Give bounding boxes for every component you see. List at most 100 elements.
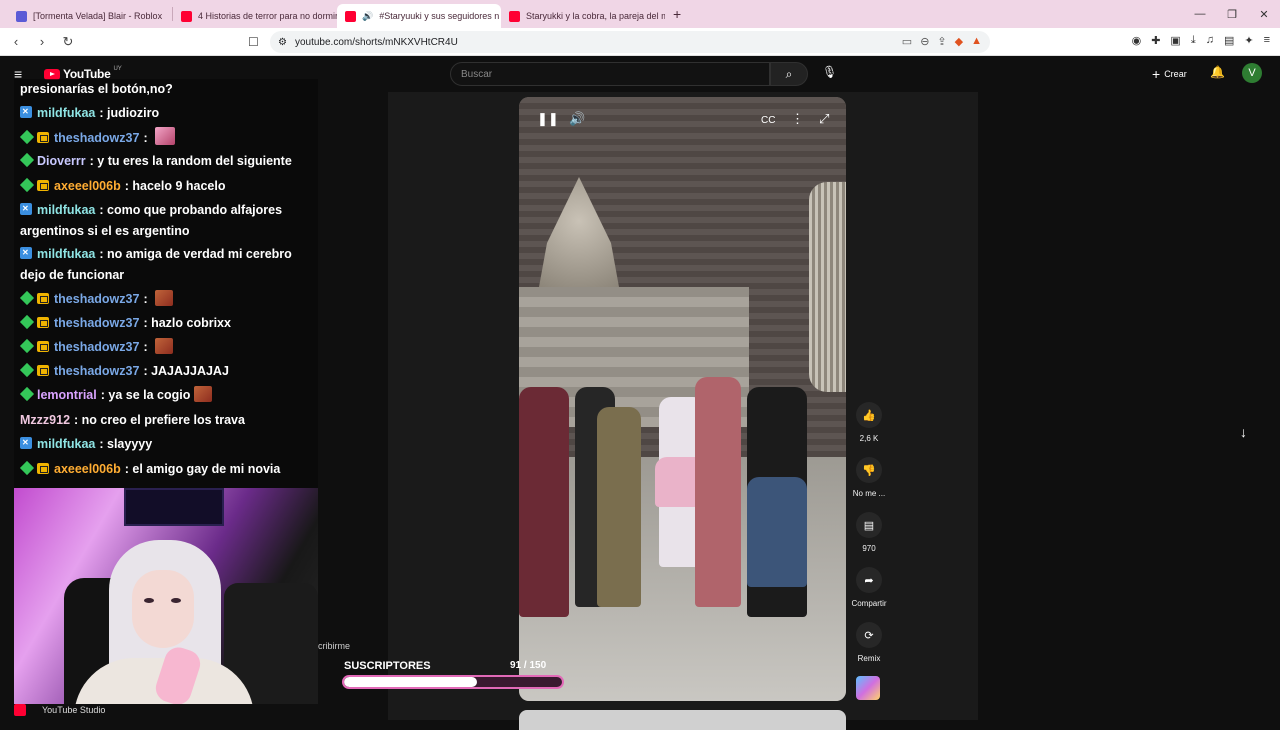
omnibox[interactable]: ⚙ youtube.com/shorts/mNKXVHtCR4U ▭ ⊖ ⇪ ◆… (270, 31, 990, 53)
like-button[interactable]: 👍 2,6 K (848, 402, 890, 443)
share-arrow-icon: ➦ (856, 567, 882, 593)
search-input[interactable]: Buscar (450, 62, 770, 86)
plus-icon: + (1152, 66, 1161, 82)
forward-icon[interactable]: › (32, 34, 52, 49)
crown-badge-icon (37, 132, 49, 143)
chat-message: mildfukaa: no amiga de verdad mi cerebro (20, 244, 292, 264)
share-icon[interactable]: ⇪ (937, 35, 946, 48)
notifications-bell-icon[interactable]: 🔔 (1210, 65, 1225, 79)
remix-button[interactable]: ⟳ Remix (848, 622, 890, 663)
new-tab-icon[interactable]: + (673, 6, 681, 22)
next-short-preview[interactable] (519, 710, 846, 730)
chat-colon: : (99, 247, 107, 261)
url-text[interactable]: youtube.com/shorts/mNKXVHtCR4U (295, 37, 458, 48)
subs-goal-title: SUSCRIPTORES (344, 660, 431, 672)
voice-search-icon[interactable]: 🎙 (822, 65, 837, 79)
chat-username[interactable]: mildfukaa (37, 203, 95, 217)
chat-username[interactable]: axeeel006b (54, 462, 121, 476)
chat-username[interactable]: theshadowz37 (54, 316, 139, 330)
dislike-button[interactable]: 👎 No me ... (848, 457, 890, 498)
chat-message: theshadowz37: (19, 337, 174, 357)
search-button[interactable]: ⌕ (770, 62, 808, 86)
rewards-icon[interactable]: ▲ (971, 35, 982, 48)
video-person (519, 387, 569, 617)
youtube-favicon-icon (181, 10, 192, 22)
captions-icon[interactable]: CC (761, 115, 775, 126)
wallet-icon[interactable]: ▣ (1170, 34, 1180, 47)
extensions-icon[interactable]: ✚ (1151, 34, 1160, 47)
sidepanel-icon[interactable]: ▤ (1224, 34, 1234, 47)
tab-label: #Staryuuki y sus seguidores n (379, 11, 500, 21)
chat-username[interactable]: mildfukaa (37, 106, 95, 120)
shield-icon[interactable]: ◆ (955, 35, 963, 48)
minimize-icon[interactable]: — (1184, 0, 1216, 28)
subs-current: 91 (510, 660, 522, 671)
chat-username[interactable]: lemontrial (37, 388, 97, 402)
share-button[interactable]: ➦ Compartir (848, 567, 890, 608)
reload-icon[interactable]: ↻ (58, 34, 78, 50)
more-options-icon[interactable]: ⋮ (791, 111, 804, 127)
chat-username[interactable]: Mzzz912 (20, 413, 70, 427)
chat-message: argentinos si el es argentino (20, 221, 190, 241)
tab-label: 4 Historias de terror para no dormir | (198, 11, 337, 21)
site-info-icon[interactable]: ⚙ (278, 37, 287, 48)
chat-username[interactable]: Dioverrr (37, 154, 86, 168)
comments-button[interactable]: ▤ 970 (848, 512, 890, 553)
bookmark-icon[interactable]: ☐ (248, 35, 259, 49)
pause-icon[interactable]: ❚❚ (537, 111, 559, 127)
browser-tab-2[interactable]: 4 Historias de terror para no dormir | (173, 4, 337, 28)
create-button[interactable]: + Crear (1152, 66, 1187, 82)
chat-username[interactable]: theshadowz37 (54, 340, 139, 354)
youtube-play-icon (44, 68, 60, 80)
chat-text: hacelo 9 hacelo (132, 179, 226, 193)
video-person (597, 407, 641, 607)
account-avatar[interactable]: V (1242, 63, 1262, 83)
cast-icon[interactable]: ▭ (902, 35, 912, 48)
subscriber-badge-icon (19, 460, 35, 476)
youtube-studio-icon (14, 704, 26, 716)
webcam-eye (171, 598, 181, 603)
next-video-arrow-icon[interactable]: ↓ (1240, 424, 1247, 440)
zoom-icon[interactable]: ⊖ (920, 35, 929, 48)
incognito-icon[interactable]: ◉ (1132, 34, 1142, 47)
crown-badge-icon (37, 463, 49, 474)
chat-message: dejo de funcionar (20, 265, 124, 285)
youtube-studio-link[interactable]: YouTube Studio (14, 704, 105, 716)
chat-message: lemontrial: ya se la cogio (19, 385, 213, 405)
create-label: Crear (1164, 69, 1187, 79)
chat-text: y tu eres la random del siguiente (97, 154, 292, 168)
subscriber-badge-icon (19, 314, 35, 330)
chat-username[interactable]: mildfukaa (37, 437, 95, 451)
chat-username[interactable]: theshadowz37 (54, 131, 139, 145)
browser-tab-1[interactable]: [Tormenta Velada] Blair - Roblox (8, 4, 172, 28)
chat-username[interactable]: axeeel006b (54, 179, 121, 193)
chat-username[interactable]: mildfukaa (37, 247, 95, 261)
chat-emote-icon (155, 290, 174, 306)
chat-colon: : (143, 316, 152, 330)
shorts-video[interactable]: ❚❚ 🔊 CC ⋮ ⤢ (519, 97, 846, 701)
music-icon[interactable]: ♫ (1206, 34, 1214, 47)
restore-icon[interactable]: ❐ (1216, 0, 1248, 28)
search-icon: ⌕ (785, 66, 793, 81)
fullscreen-icon[interactable]: ⤢ (819, 111, 829, 127)
chat-colon: : (143, 364, 152, 378)
chat-colon: : (143, 292, 152, 306)
volume-icon[interactable]: 🔊 (569, 111, 585, 127)
chat-username[interactable]: theshadowz37 (54, 364, 139, 378)
back-icon[interactable]: ‹ (6, 34, 26, 49)
chat-colon: : (74, 413, 82, 427)
download-icon[interactable]: ⤓ (1191, 34, 1196, 47)
ai-icon[interactable]: ✦ (1244, 34, 1253, 47)
chat-username[interactable]: theshadowz37 (54, 292, 139, 306)
browser-tab-4[interactable]: Staryukki y la cobra, la pareja del mo (501, 4, 665, 28)
sound-thumbnail[interactable] (856, 676, 880, 700)
chat-colon: : (99, 106, 107, 120)
comment-icon: ▤ (856, 512, 882, 538)
chat-text: judioziro (107, 106, 160, 120)
browser-menu-icon[interactable]: ≡ (1264, 34, 1270, 47)
chat-emote-icon (194, 386, 213, 402)
chat-message: mildfukaa: como que probando alfajores (20, 200, 282, 220)
browser-tab-3[interactable]: 🔊 #Staryuuki y sus seguidores n ✕ (337, 4, 501, 28)
close-window-icon[interactable]: ✕ (1248, 0, 1280, 28)
subscriber-goal: SUSCRIPTORES 91 / 150 (340, 658, 566, 694)
